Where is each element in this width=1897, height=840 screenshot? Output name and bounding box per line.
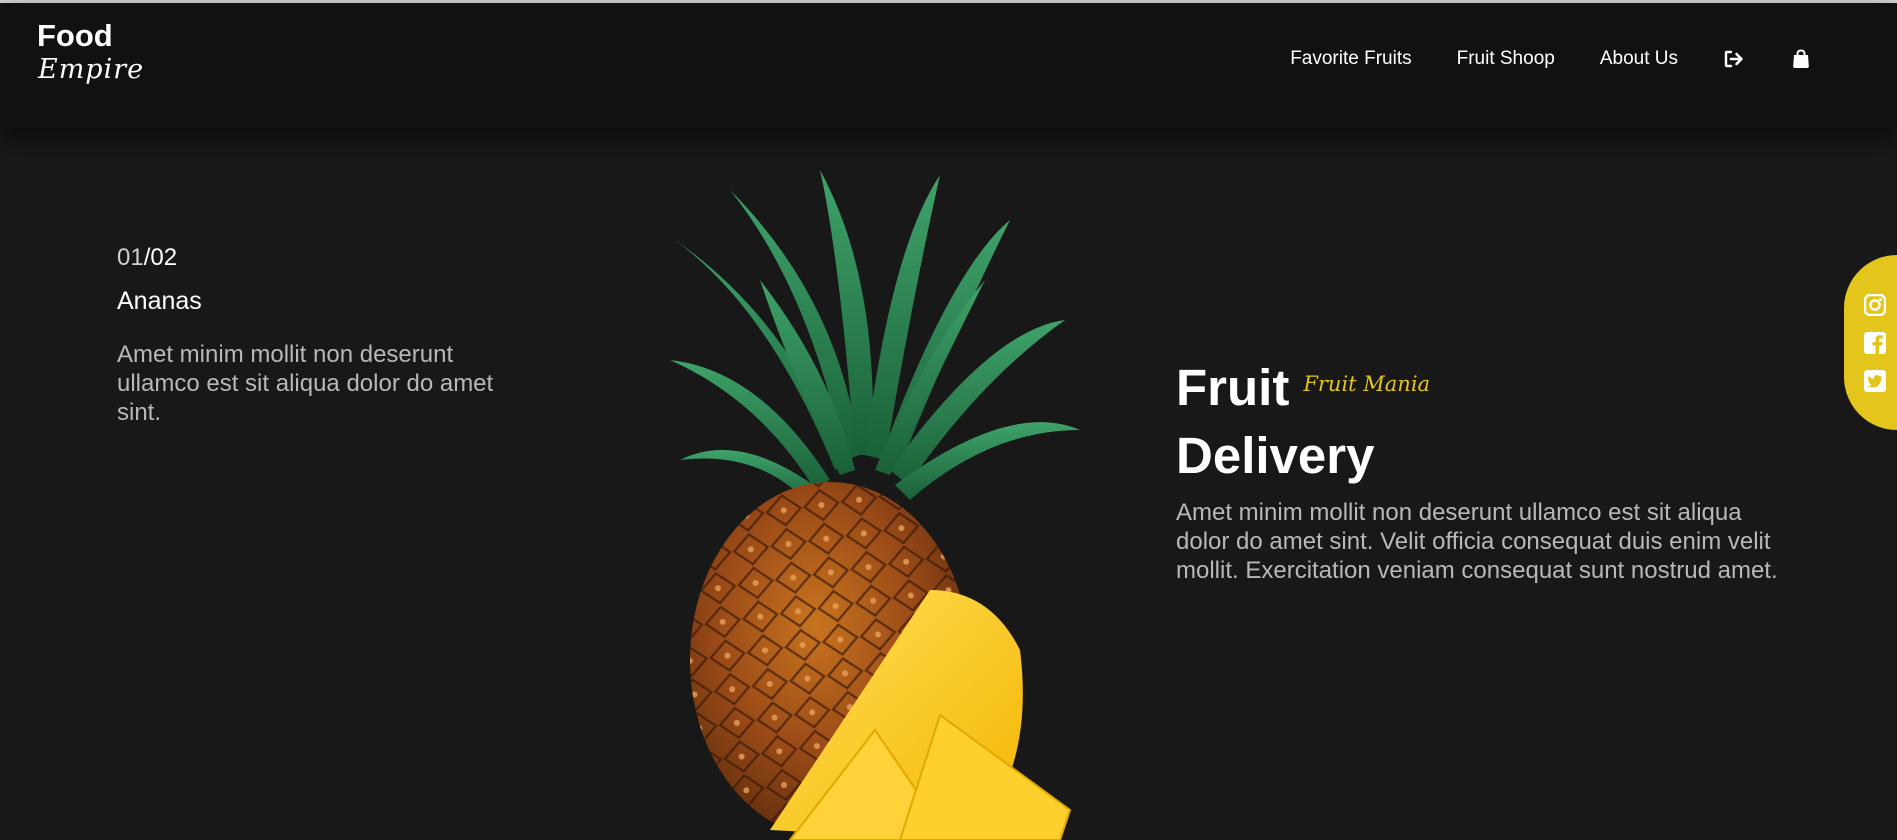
hero-title-line1: Fruit [1176,359,1290,416]
slide-counter: 01/02 [117,244,177,272]
slide-total: 02 [150,244,178,271]
social-bar [1844,255,1897,430]
hero-title-line2: Delivery [1176,427,1375,484]
hero-description: Amet minim mollit non deserunt ullamco e… [1176,499,1778,584]
nav-links: Favorite Fruits Fruit Shoop About Us [1245,48,1812,70]
navbar: Food Empire Favorite Fruits Fruit Shoop … [0,3,1897,128]
hero-headline: Fruit Fruit Mania Delivery [1176,355,1430,485]
page: Food Empire Favorite Fruits Fruit Shoop … [0,0,1897,840]
hero-title-tag: Fruit Mania [1303,372,1431,396]
logo-title: Food [37,18,113,53]
fruit-description: Amet minim mollit non deserunt ullamco e… [117,341,494,426]
instagram-icon[interactable] [1863,293,1886,316]
twitter-icon[interactable] [1863,369,1886,392]
facebook-icon[interactable] [1863,331,1886,354]
nav-link-about-us[interactable]: About Us [1600,48,1678,70]
shopping-bag-icon[interactable] [1790,48,1812,70]
nav-link-fruit-shoop[interactable]: Fruit Shoop [1457,48,1555,70]
slide-current: 01 [117,244,144,271]
sign-out-icon[interactable] [1723,48,1745,70]
logo-script: Empire [38,54,145,85]
nav-link-favorite-fruits[interactable]: Favorite Fruits [1290,48,1411,70]
logo[interactable]: Food Empire [37,20,144,88]
fruit-name: Ananas [117,287,202,315]
pineapple-image [640,170,1140,840]
